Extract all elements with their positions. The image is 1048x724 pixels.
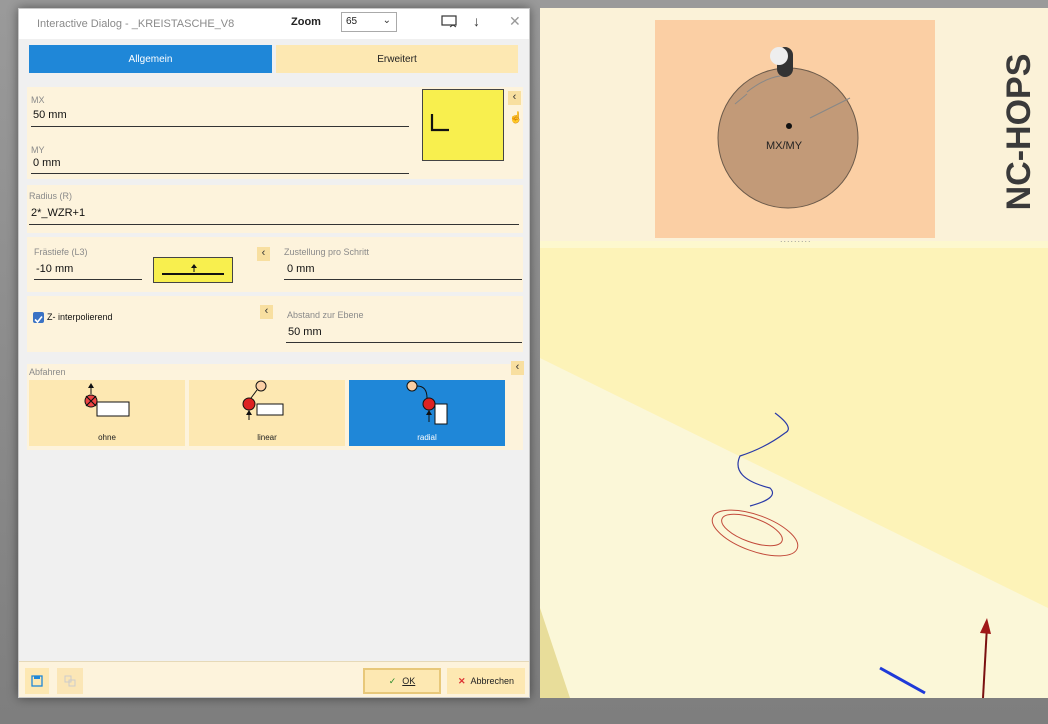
interactive-dialog: Interactive Dialog - _KREISTASCHE_V8 Zoo… [18, 8, 530, 698]
zoom-select[interactable]: 65 ⌄ [341, 12, 397, 32]
brand-logo: NC-HOPS [1000, 54, 1038, 211]
tab-allgemein[interactable]: Allgemein [29, 45, 272, 73]
step-field[interactable]: 0 mm [287, 263, 315, 275]
cancel-label: Abbrechen [470, 676, 515, 686]
z-interp-label: Z- interpolierend [47, 312, 113, 322]
ok-button[interactable]: ✓ OK [363, 668, 441, 694]
distance-field[interactable]: 50 mm [288, 326, 322, 338]
position-panel: MX 50 mm MY 0 mm ‹ ☝ [27, 87, 523, 179]
reference-corner-selector[interactable] [422, 89, 504, 161]
distance-toggle-button[interactable]: ‹ [260, 305, 273, 319]
retract-linear-caption: linear [257, 433, 277, 442]
radius-label: Radius (R) [29, 191, 73, 201]
retract-linear-icon [242, 380, 284, 420]
cancel-button[interactable]: ✕ Abbrechen [447, 668, 525, 694]
pin-arrow-icon[interactable]: ↓ [473, 13, 480, 29]
zoom-value: 65 [346, 16, 358, 27]
3d-viewport[interactable]: MX/MY ......... NC-HOPS [540, 8, 1048, 698]
splitter-handle[interactable]: ......... [780, 234, 812, 244]
depth-reference-selector[interactable] [153, 257, 233, 283]
desktop-background: { "window": { "title": "Interactive Dial… [0, 0, 1048, 724]
collapse-button[interactable]: ‹ [508, 91, 521, 105]
step-underline [284, 279, 522, 280]
radius-underline [29, 224, 519, 225]
retract-panel: Abfahren ‹ ohne linear radial [27, 361, 524, 450]
copy-button[interactable] [57, 668, 83, 694]
retract-option-ohne[interactable]: ohne [29, 380, 185, 446]
save-button[interactable] [25, 668, 49, 694]
radius-panel: Radius (R) 2*_WZR+1 [27, 185, 523, 233]
depth-toggle-button[interactable]: ‹ [257, 247, 270, 261]
pocket-preview: MX/MY [655, 20, 935, 238]
depth-panel: Frästiefe (L3) -10 mm ‹ Zustellung pro S… [27, 237, 523, 292]
retract-option-radial[interactable]: radial [349, 380, 505, 446]
checkmark-icon: ✓ [388, 675, 397, 686]
depth-label: Frästiefe (L3) [34, 247, 88, 257]
copy-icon [64, 675, 76, 687]
retract-radial-caption: radial [417, 433, 437, 442]
title-bar: Interactive Dialog - _KREISTASCHE_V8 Zoo… [19, 9, 529, 39]
screen-icon[interactable] [441, 15, 457, 29]
center-label: MX/MY [766, 140, 803, 152]
z-interp-panel: Z- interpolierend ‹ Abstand zur Ebene 50… [27, 296, 523, 352]
retract-toggle-button[interactable]: ‹ [511, 361, 524, 375]
retract-ohne-caption: ohne [98, 433, 116, 442]
hand-icon[interactable]: ☝ [509, 111, 523, 124]
chevron-down-icon: ⌄ [382, 15, 391, 26]
close-icon[interactable]: ✕ [509, 13, 521, 30]
checkmark-icon [34, 315, 43, 324]
tab-erweitert[interactable]: Erweitert [276, 45, 518, 73]
radius-field[interactable]: 2*_WZR+1 [31, 207, 85, 219]
retract-option-linear[interactable]: linear [189, 380, 345, 446]
depth-field[interactable]: -10 mm [36, 263, 73, 275]
corner-icon [430, 114, 449, 132]
ok-label: OK [402, 676, 416, 686]
depth-underline [34, 279, 142, 280]
dialog-footer: ✓ OK ✕ Abbrechen [19, 661, 529, 697]
cancel-x-icon: ✕ [457, 675, 466, 686]
retract-label: Abfahren [29, 367, 66, 377]
distance-underline [286, 342, 522, 343]
my-field[interactable]: 0 mm [33, 157, 61, 169]
save-icon [31, 675, 43, 687]
z-interp-checkbox[interactable] [33, 312, 44, 324]
surface-arrow-icon [162, 264, 224, 275]
mx-label: MX [31, 95, 45, 105]
retract-radial-icon [406, 380, 448, 425]
brand-text: NC-HOPS [1000, 54, 1038, 211]
mx-underline [31, 126, 409, 127]
retract-none-icon [84, 383, 130, 417]
step-label: Zustellung pro Schritt [284, 247, 370, 257]
my-label: MY [31, 145, 45, 155]
zoom-label: Zoom [291, 16, 321, 28]
mx-field[interactable]: 50 mm [33, 109, 67, 121]
distance-label: Abstand zur Ebene [287, 310, 364, 320]
my-underline [31, 173, 409, 174]
pocket-diagram [717, 47, 859, 209]
window-title: Interactive Dialog - _KREISTASCHE_V8 [37, 18, 235, 30]
